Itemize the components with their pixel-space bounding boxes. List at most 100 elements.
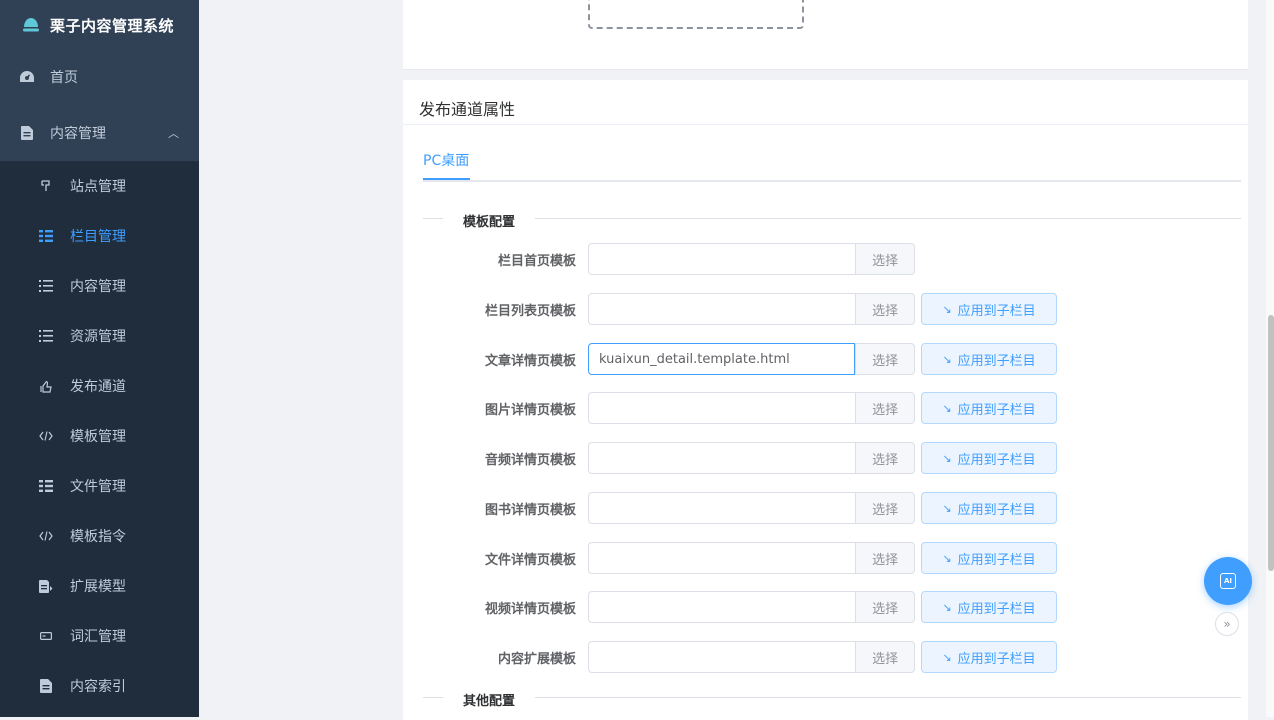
code-icon — [38, 528, 54, 544]
brand[interactable]: 栗子内容管理系统 — [0, 0, 199, 50]
choose-button[interactable]: 选择 — [855, 243, 915, 275]
input-group: 选择 — [588, 591, 915, 623]
arrow-down-right-icon: ↘ — [942, 352, 952, 366]
apply-button-label: 应用到子栏目 — [957, 651, 1036, 667]
expand-button[interactable]: » — [1215, 612, 1239, 636]
site-icon — [38, 178, 54, 194]
audio-detail-template-input[interactable] — [588, 442, 856, 474]
tabs: PC桌面 — [423, 142, 1241, 182]
apply-to-children-button[interactable]: ↘ 应用到子栏目 — [921, 492, 1057, 524]
sidebar-item-label: 词汇管理 — [70, 629, 126, 645]
input-group: 选择 — [588, 343, 915, 375]
field-label: 栏目首页模板 — [497, 254, 576, 269]
upload-area[interactable] — [588, 0, 804, 29]
card-title: 发布通道属性 — [419, 100, 516, 119]
sidebar-item-label: 模板管理 — [70, 429, 126, 445]
tab-pc-desktop[interactable]: PC桌面 — [423, 150, 469, 180]
input-group: 选择 — [588, 243, 915, 275]
double-chevron-right-icon: » — [1223, 617, 1231, 631]
tree-icon — [38, 228, 54, 244]
apply-to-children-button[interactable]: ↘ 应用到子栏目 — [921, 641, 1057, 673]
sidebar-item-templates[interactable]: 模板管理 — [0, 411, 199, 461]
submenu: 站点管理 栏目管理 内容管理 资源管理 发布通道 模板管理 文件管理 模板指令 … — [0, 161, 199, 717]
choose-button[interactable]: 选择 — [855, 392, 915, 424]
apply-button-label: 应用到子栏目 — [957, 452, 1036, 468]
input-group: 选择 — [588, 293, 915, 325]
sidebar-item-label: 发布通道 — [70, 379, 126, 395]
field-label: 图书详情页模板 — [484, 503, 576, 518]
sidebar-item-home[interactable]: 首页 — [0, 52, 199, 102]
file-detail-template-input[interactable] — [588, 542, 856, 574]
sidebar-item-publish-channel[interactable]: 发布通道 — [0, 361, 199, 411]
column-home-template-input[interactable] — [588, 243, 856, 275]
choose-button[interactable]: 选择 — [855, 542, 915, 574]
form-row-content-extension-template: 内容扩展模板 选择 ↘ 应用到子栏目 — [403, 641, 1248, 673]
publish-icon — [38, 378, 54, 394]
form-row-book-detail-template: 图书详情页模板 选择 ↘ 应用到子栏目 — [403, 492, 1248, 524]
form-row-audio-detail-template: 音频详情页模板 选择 ↘ 应用到子栏目 — [403, 442, 1248, 474]
form-row-file-detail-template: 文件详情页模板 选择 ↘ 应用到子栏目 — [403, 542, 1248, 574]
active-tab-indicator — [423, 178, 470, 180]
form-row-image-detail-template: 图片详情页模板 选择 ↘ 应用到子栏目 — [403, 392, 1248, 424]
choose-button[interactable]: 选择 — [855, 293, 915, 325]
choose-button[interactable]: 选择 — [855, 343, 915, 375]
scrollbar-thumb[interactable] — [1268, 315, 1274, 571]
form-row-column-list-template: 栏目列表页模板 选择 ↘ 应用到子栏目 — [403, 293, 1248, 325]
sidebar-item-label: 模板指令 — [70, 529, 126, 545]
other-section-divider — [423, 697, 1241, 698]
apply-button-label: 应用到子栏目 — [957, 601, 1036, 617]
choose-button[interactable]: 选择 — [855, 442, 915, 474]
choose-button[interactable]: 选择 — [855, 591, 915, 623]
sidebar-item-template-directives[interactable]: 模板指令 — [0, 511, 199, 561]
article-detail-template-input[interactable] — [588, 343, 856, 375]
apply-to-children-button[interactable]: ↘ 应用到子栏目 — [921, 293, 1057, 325]
sidebar-item-content-index[interactable]: 内容索引 — [0, 661, 199, 711]
sidebar-item-content[interactable]: 内容管理 — [0, 261, 199, 311]
content-extension-template-input[interactable] — [588, 641, 856, 673]
choose-button[interactable]: 选择 — [855, 641, 915, 673]
list-icon — [38, 278, 54, 294]
app-title: 栗子内容管理系统 — [50, 17, 175, 35]
sidebar-item-content-management[interactable]: 内容管理 ︿ — [0, 108, 199, 158]
video-detail-template-input[interactable] — [588, 591, 856, 623]
sidebar-item-label: 首页 — [50, 70, 78, 86]
logo-icon — [23, 18, 39, 32]
upload-card — [403, 0, 1248, 70]
sidebar-item-vocabulary[interactable]: 词汇管理 — [0, 611, 199, 661]
apply-to-children-button[interactable]: ↘ 应用到子栏目 — [921, 442, 1057, 474]
apply-to-children-button[interactable]: ↘ 应用到子栏目 — [921, 591, 1057, 623]
image-detail-template-input[interactable] — [588, 392, 856, 424]
apply-to-children-button[interactable]: ↘ 应用到子栏目 — [921, 392, 1057, 424]
other-section-title: 其他配置 — [443, 690, 536, 709]
sidebar-item-label: 栏目管理 — [70, 229, 126, 245]
ai-assistant-button[interactable]: AI — [1204, 557, 1252, 605]
dashboard-icon — [19, 69, 35, 85]
sidebar-item-column[interactable]: 栏目管理 — [0, 211, 199, 261]
form-row-video-detail-template: 视频详情页模板 选择 ↘ 应用到子栏目 — [403, 591, 1248, 623]
arrow-down-right-icon: ↘ — [942, 600, 952, 614]
code-icon — [38, 428, 54, 444]
book-detail-template-input[interactable] — [588, 492, 856, 524]
sidebar-item-files[interactable]: 文件管理 — [0, 461, 199, 511]
field-label: 文章详情页模板 — [484, 354, 576, 369]
sidebar-item-resources[interactable]: 资源管理 — [0, 311, 199, 361]
choose-button[interactable]: 选择 — [855, 492, 915, 524]
list-icon — [38, 328, 54, 344]
field-label: 视频详情页模板 — [484, 602, 576, 617]
sidebar-item-site[interactable]: 站点管理 — [0, 161, 199, 211]
sidebar-item-label: 内容管理 — [50, 126, 106, 142]
input-group: 选择 — [588, 392, 915, 424]
form-row-column-home-template: 栏目首页模板 选择 — [403, 243, 1248, 275]
column-list-template-input[interactable] — [588, 293, 856, 325]
apply-to-children-button[interactable]: ↘ 应用到子栏目 — [921, 542, 1057, 574]
form-row-article-detail-template: 文章详情页模板 选择 ↘ 应用到子栏目 — [403, 343, 1248, 375]
sidebar: 栗子内容管理系统 首页 内容管理 ︿ 站点管理 栏目管理 内容管理 资源管理 发… — [0, 0, 199, 717]
sidebar-item-extension-models[interactable]: 扩展模型 — [0, 561, 199, 611]
sidebar-item-label: 站点管理 — [70, 179, 126, 195]
field-label: 音频详情页模板 — [484, 453, 576, 468]
template-section-divider — [423, 218, 1241, 219]
apply-to-children-button[interactable]: ↘ 应用到子栏目 — [921, 343, 1057, 375]
field-label: 图片详情页模板 — [484, 403, 576, 418]
sidebar-item-label: 内容管理 — [70, 279, 126, 295]
input-group: 选择 — [588, 542, 915, 574]
